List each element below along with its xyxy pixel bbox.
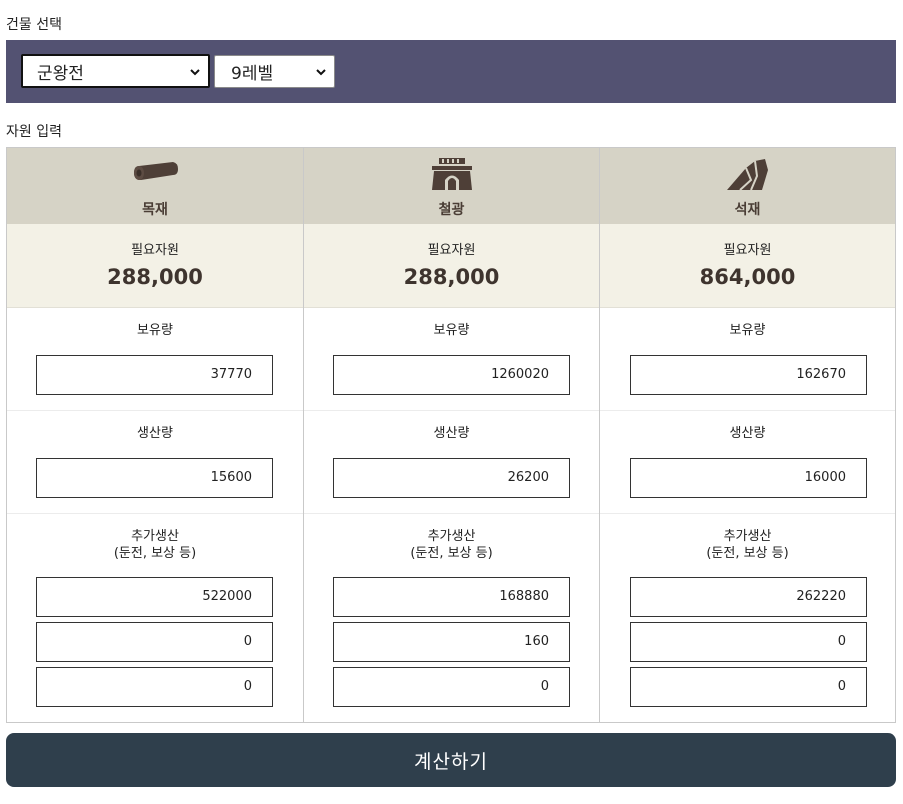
extra-label-line1: 추가생산 (131, 529, 179, 544)
extra-input-1[interactable]: 522000 (36, 577, 273, 617)
divider (600, 513, 895, 514)
level-select[interactable]: 9레벨 (214, 55, 335, 88)
production-input[interactable]: 26200 (333, 458, 570, 498)
required-label: 필요자원 (131, 243, 179, 258)
building-select-label: 건물 선택 (6, 17, 62, 33)
owned-label: 보유량 (433, 323, 470, 338)
divider (600, 410, 895, 411)
extra-input-2[interactable]: 160 (333, 622, 570, 662)
owned-input[interactable]: 1260020 (333, 355, 570, 395)
mine-icon (431, 158, 472, 190)
extra-label-line1: 추가생산 (723, 529, 772, 544)
level-select-value: 9레벨 (231, 64, 274, 84)
resource-column-stone: 석재 필요자원 864,000 보유량 162670 생산량 16000 추가생… (599, 148, 895, 722)
owned-label: 보유량 (729, 323, 766, 338)
extra-label-line1: 추가생산 (427, 529, 476, 544)
production-input[interactable]: 15600 (36, 458, 273, 498)
extra-input-1[interactable]: 168880 (333, 577, 570, 617)
resource-name: 목재 (142, 202, 168, 218)
required-section: 필요자원 288,000 (7, 224, 303, 308)
extra-input-3[interactable]: 0 (333, 667, 570, 707)
required-section: 필요자원 864,000 (600, 224, 895, 308)
divider (304, 513, 599, 514)
production-input[interactable]: 16000 (630, 458, 867, 498)
resource-header: 목재 (7, 148, 303, 224)
extra-label-line2: (둔전, 보상 등) (410, 546, 493, 561)
extra-input-2[interactable]: 0 (630, 622, 867, 662)
extra-input-3[interactable]: 0 (36, 667, 273, 707)
owned-input[interactable]: 162670 (630, 355, 867, 395)
extra-input-3[interactable]: 0 (630, 667, 867, 707)
resource-name: 철광 (438, 202, 465, 218)
divider (7, 410, 303, 411)
production-label: 생산량 (433, 426, 470, 441)
required-label: 필요자원 (723, 243, 772, 258)
owned-label: 보유량 (137, 323, 173, 338)
log-icon (134, 162, 178, 180)
extra-label: 추가생산 (둔전, 보상 등) (7, 528, 303, 562)
required-label: 필요자원 (427, 243, 476, 258)
extra-label-line2: (둔전, 보상 등) (706, 546, 789, 561)
resource-name: 석재 (734, 202, 761, 218)
required-value: 864,000 (699, 265, 796, 289)
building-select-value: 군왕전 (37, 63, 84, 84)
extra-label-line2: (둔전, 보상 등) (113, 546, 197, 561)
resource-header: 석재 (600, 148, 895, 224)
owned-input[interactable]: 37770 (36, 355, 273, 395)
chevron-down-icon (316, 69, 326, 76)
required-value: 288,000 (107, 265, 203, 289)
extra-input-1[interactable]: 262220 (630, 577, 867, 617)
production-label: 생산량 (137, 426, 173, 441)
stone-icon (726, 159, 768, 191)
resource-grid: 목재 필요자원 288,000 보유량 37770 생산량 15600 추가생산… (6, 147, 896, 723)
calculate-button[interactable]: 계산하기 (6, 733, 896, 787)
extra-input-2[interactable]: 0 (36, 622, 273, 662)
production-label: 생산량 (729, 426, 766, 441)
extra-label: 추가생산 (둔전, 보상 등) (600, 528, 895, 562)
building-select[interactable]: 군왕전 (21, 54, 210, 88)
divider (304, 410, 599, 411)
resource-header: 철광 (304, 148, 599, 224)
building-select-bar: 군왕전 9레벨 (6, 40, 896, 103)
required-value: 288,000 (403, 265, 500, 289)
chevron-down-icon (190, 69, 200, 76)
resource-column-iron: 철광 필요자원 288,000 보유량 1260020 생산량 26200 추가… (303, 148, 599, 722)
extra-label: 추가생산 (둔전, 보상 등) (304, 528, 599, 562)
resource-column-wood: 목재 필요자원 288,000 보유량 37770 생산량 15600 추가생산… (7, 148, 303, 722)
required-section: 필요자원 288,000 (304, 224, 599, 308)
divider (7, 513, 303, 514)
resource-input-label: 자원 입력 (6, 124, 62, 140)
